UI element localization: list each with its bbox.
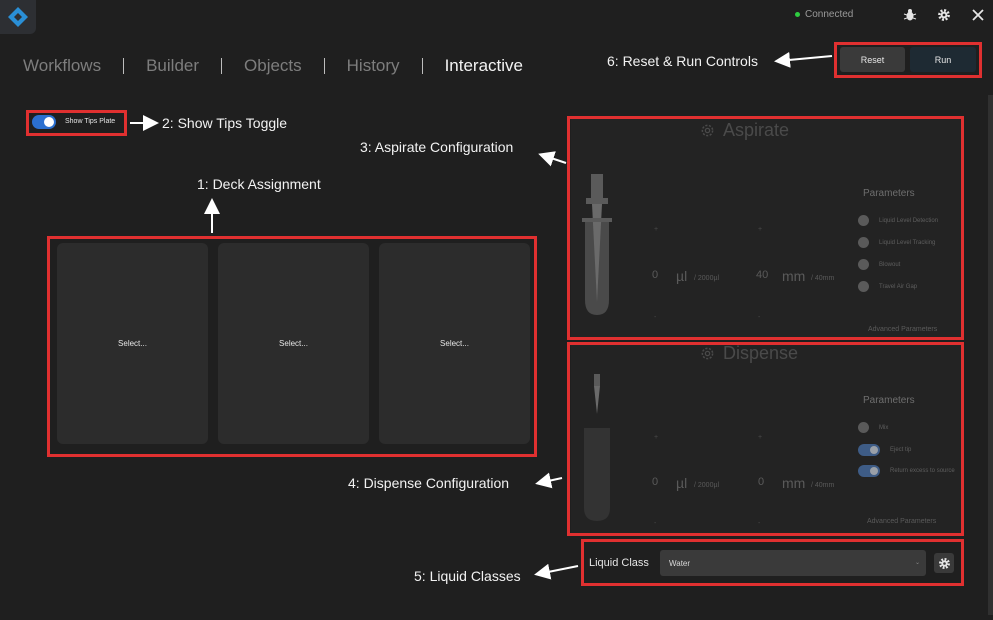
annotation-arrows [130,51,833,580]
